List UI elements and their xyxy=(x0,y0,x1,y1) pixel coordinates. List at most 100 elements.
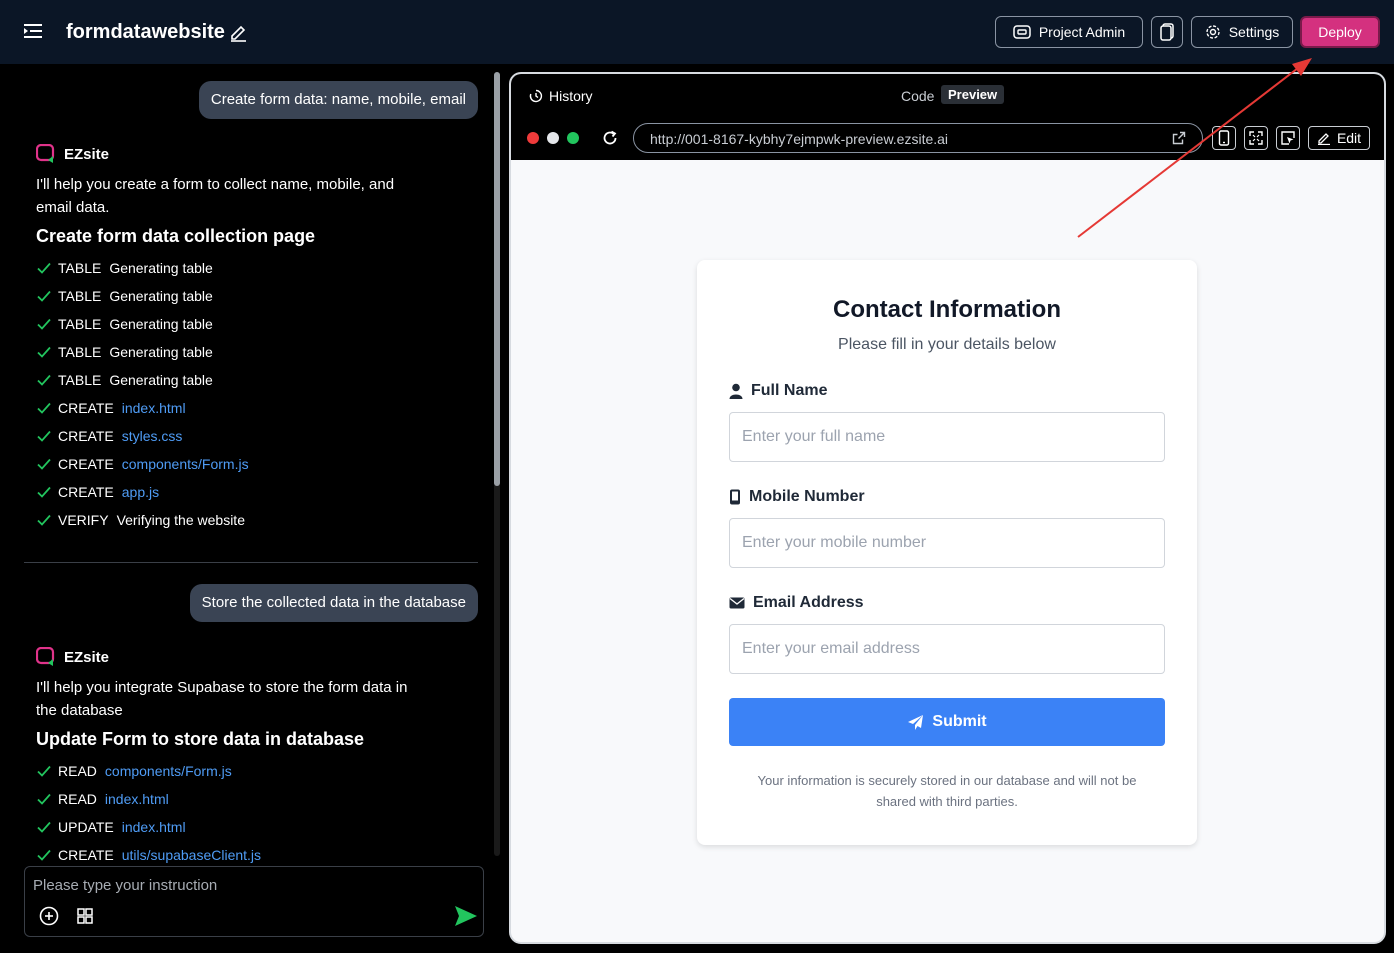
step-item: TABLE Generating table xyxy=(36,314,213,334)
inspect-button[interactable] xyxy=(1276,126,1300,150)
chat-scrollbar[interactable] xyxy=(494,72,500,856)
bot-header: EZsite xyxy=(36,647,109,667)
step-action: CREATE xyxy=(58,847,114,863)
step-target: Generating table xyxy=(109,344,213,360)
step-action: CREATE xyxy=(58,428,114,444)
scrollbar-thumb[interactable] xyxy=(494,72,500,486)
step-file-link[interactable]: styles.css xyxy=(122,428,183,444)
window-close-dot[interactable] xyxy=(527,132,539,144)
step-item: VERIFY Verifying the website xyxy=(36,510,245,530)
envelope-icon xyxy=(729,597,745,609)
deploy-button[interactable]: Deploy xyxy=(1300,16,1380,48)
menu-icon[interactable] xyxy=(22,20,44,42)
step-file-link[interactable]: index.html xyxy=(105,791,169,807)
step-item: TABLE Generating table xyxy=(36,258,213,278)
mobile-label-text: Mobile Number xyxy=(749,488,865,505)
paper-plane-icon xyxy=(908,714,924,730)
pencil-icon[interactable] xyxy=(228,22,248,42)
check-icon xyxy=(37,849,51,861)
user-message: Store the collected data in the database xyxy=(189,584,478,622)
mobile-view-button[interactable] xyxy=(1212,126,1236,150)
bot-message: I'll help you create a form to collect n… xyxy=(36,176,395,216)
form-subtitle: Please fill in your details below xyxy=(838,336,1056,353)
email-input[interactable] xyxy=(729,624,1165,674)
check-icon xyxy=(37,290,51,302)
step-target: Generating table xyxy=(109,260,213,276)
admin-icon xyxy=(1013,25,1031,39)
check-icon xyxy=(37,346,51,358)
full-name-label: Full Name xyxy=(729,382,827,400)
instruction-input[interactable] xyxy=(33,873,453,897)
url-bar[interactable]: http://001-8167-kybhy7ejmpwk-preview.ezs… xyxy=(633,123,1203,153)
check-icon xyxy=(37,486,51,498)
check-icon xyxy=(37,821,51,833)
copy-button[interactable] xyxy=(1151,16,1183,48)
edit-button[interactable]: Edit xyxy=(1308,126,1370,150)
reload-icon[interactable] xyxy=(601,129,619,147)
step-file-link[interactable]: utils/supabaseClient.js xyxy=(122,847,261,863)
settings-label: Settings xyxy=(1228,24,1280,40)
history-icon xyxy=(529,89,543,103)
tab-preview[interactable]: Preview xyxy=(941,85,1005,104)
step-target: Generating table xyxy=(109,288,213,304)
window-minimize-dot[interactable] xyxy=(547,132,559,144)
gear-icon xyxy=(1206,25,1220,39)
privacy-disclaimer: Your information is securely stored in o… xyxy=(757,773,1137,809)
submit-button[interactable]: Submit xyxy=(729,698,1165,746)
ezsite-logo-icon xyxy=(36,144,55,163)
user-message: Create form data: name, mobile, email xyxy=(198,81,478,119)
step-item: CREATE app.js xyxy=(36,482,159,502)
form-title: Contact Information xyxy=(833,296,1061,323)
check-icon xyxy=(37,793,51,805)
preview-panel: History Code Preview http://001-8167-kyb… xyxy=(509,72,1386,944)
step-file-link[interactable]: components/Form.js xyxy=(105,763,232,779)
history-label: History xyxy=(549,88,593,104)
check-icon xyxy=(37,318,51,330)
expand-button[interactable] xyxy=(1244,126,1268,150)
external-link-icon[interactable] xyxy=(1172,131,1186,145)
step-action: READ xyxy=(58,763,97,779)
window-maximize-dot[interactable] xyxy=(567,132,579,144)
contact-form-card: Contact Information Please fill in your … xyxy=(697,260,1197,845)
step-item: READ components/Form.js xyxy=(36,761,232,781)
plus-circle-icon[interactable] xyxy=(38,905,60,927)
project-admin-label: Project Admin xyxy=(1038,24,1126,40)
chat-panel: Create form data: name, mobile, email EZ… xyxy=(0,64,500,953)
step-file-link[interactable]: app.js xyxy=(122,484,159,500)
copy-icon xyxy=(1160,23,1174,41)
bot-header: EZsite xyxy=(36,144,109,164)
step-target: Verifying the website xyxy=(116,512,245,528)
step-action: TABLE xyxy=(58,372,102,388)
inspect-icon xyxy=(1281,131,1295,145)
step-file-link[interactable]: components/Form.js xyxy=(122,456,249,472)
step-action: TABLE xyxy=(58,288,102,304)
ezsite-logo-icon xyxy=(36,647,55,666)
step-action: TABLE xyxy=(58,344,102,360)
settings-button[interactable]: Settings xyxy=(1191,16,1293,48)
bot-message: I'll help you integrate Supabase to stor… xyxy=(36,679,408,719)
full-name-input[interactable] xyxy=(729,412,1165,462)
step-action: CREATE xyxy=(58,400,114,416)
instruction-input-box xyxy=(24,866,484,937)
history-button[interactable]: History xyxy=(529,88,593,104)
step-item: CREATE styles.css xyxy=(36,426,182,446)
expand-icon xyxy=(1249,131,1263,145)
step-item: CREATE utils/supabaseClient.js xyxy=(36,845,261,865)
preview-toolbar: History Code Preview http://001-8167-kyb… xyxy=(511,74,1384,160)
step-action: CREATE xyxy=(58,456,114,472)
step-item: TABLE Generating table xyxy=(36,370,213,390)
check-icon xyxy=(37,430,51,442)
send-icon[interactable] xyxy=(453,903,479,929)
phone-icon xyxy=(730,489,740,505)
full-name-label-text: Full Name xyxy=(751,382,828,399)
grid-icon[interactable] xyxy=(74,905,96,927)
check-icon xyxy=(37,262,51,274)
email-label: Email Address xyxy=(729,594,864,612)
step-file-link[interactable]: index.html xyxy=(122,400,186,416)
mobile-input[interactable] xyxy=(729,518,1165,568)
project-admin-button[interactable]: Project Admin xyxy=(995,16,1143,48)
step-action: TABLE xyxy=(58,260,102,276)
step-file-link[interactable]: index.html xyxy=(122,819,186,835)
tab-code[interactable]: Code xyxy=(901,88,934,104)
check-icon xyxy=(37,514,51,526)
